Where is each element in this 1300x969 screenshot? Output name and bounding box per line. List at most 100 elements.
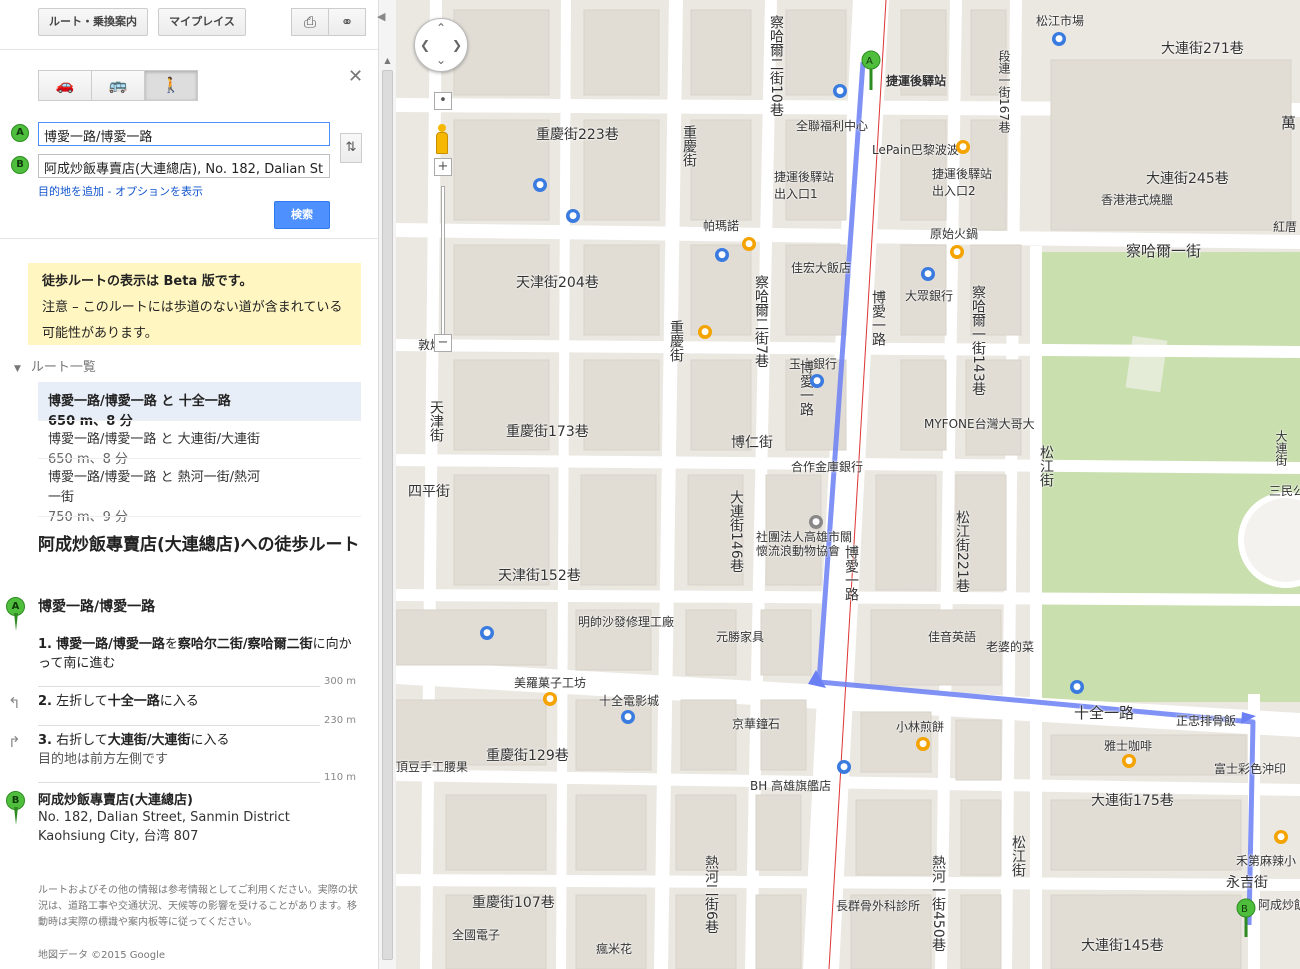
map-label: 佳宏大飯店 [791, 261, 852, 275]
panel-scrollbar[interactable]: ▲ [378, 0, 396, 969]
station-icon[interactable]: ● [480, 626, 494, 640]
station-icon[interactable]: ● [533, 178, 547, 192]
restaurant-icon[interactable]: ● [742, 237, 756, 251]
restaurant-icon[interactable]: ● [1122, 754, 1136, 768]
add-destination-link[interactable]: 目的地を追加 [38, 185, 104, 198]
map-label: 博愛一路 [843, 545, 859, 601]
restaurant-icon[interactable]: ● [698, 325, 712, 339]
map-label: 四平街 [408, 484, 450, 500]
map-label: 重慶街173巷 [506, 424, 589, 440]
restaurant-icon[interactable]: ● [543, 692, 557, 706]
map-label: 合作金庫銀行 [791, 460, 864, 474]
direction-step-2[interactable]: 2. 左折して十全一路に入る [38, 692, 358, 711]
map-label: 松江街 [1038, 445, 1054, 487]
shop-icon[interactable]: ● [715, 248, 729, 262]
end-address: No. 182, Dalian Street, Sanmin District … [38, 810, 290, 844]
restaurant-icon[interactable]: ● [1274, 830, 1288, 844]
map-label: BH 高雄旗艦店 [750, 779, 832, 793]
bank-icon[interactable]: ● [810, 374, 824, 388]
map-label: 察哈爾二街7巷 [753, 275, 769, 368]
map-label: 松江街221巷 [954, 510, 970, 593]
end-waypoint[interactable]: 阿成炒飯專賣店(大連總店) [38, 789, 193, 808]
map-label: 博愛一路 [798, 360, 814, 416]
map-label: 明帥沙發修理工廠 [578, 615, 675, 629]
print-icon[interactable]: ⎙ [291, 8, 329, 36]
divider [38, 516, 361, 517]
swap-icon[interactable]: ⇅ [340, 133, 362, 163]
station-icon[interactable]: ● [566, 209, 580, 223]
show-options-link[interactable]: オプションを表示 [115, 185, 203, 198]
place-icon[interactable]: ● [809, 515, 823, 529]
travel-mode-selector: 🚗 🚌 🚶 [38, 70, 198, 102]
zoom-out-icon[interactable]: − [434, 334, 452, 352]
start-input[interactable]: 博愛一路/博愛一路 [38, 122, 330, 146]
map-label: 帕瑪諾 [703, 219, 740, 233]
route-option-2[interactable]: 博愛一路/博愛一路 と 大連街/大連街650 m、8 分 [38, 420, 361, 467]
map-label: 永吉街 [1226, 875, 1268, 891]
restaurant-icon[interactable]: ● [956, 140, 970, 154]
start-waypoint[interactable]: 博愛一路/博愛一路 [38, 596, 155, 616]
link-separator: - [104, 185, 115, 198]
transit-icon[interactable]: 🚌 [91, 70, 145, 101]
map-label: 察哈爾一街 [1126, 242, 1202, 260]
direction-step-3[interactable]: 3. 右折して大連街/大連街に入る 目的地は前方左側です [38, 731, 358, 769]
map-label: 阿成炒飯 [1258, 898, 1300, 912]
marker-a-icon: A [11, 124, 29, 142]
pin-b-icon: B [4, 791, 26, 829]
route-name: 博愛一路/博愛一路 と 熱河一街/熱河一街 [48, 470, 261, 505]
destination-input[interactable]: 阿成炒飯專賣店(大連總店), No. 182, Dalian St [38, 154, 330, 178]
direction-step-1[interactable]: 1. 博愛一路/博愛一路を察哈尔二街/察哈爾二街に向かって南に進む [38, 635, 358, 673]
station-icon[interactable]: ● [833, 84, 847, 98]
pan-control[interactable]: ❮ ❯ ⌃ ⌄ [414, 18, 468, 72]
map-label: 察哈爾一街143巷 [970, 285, 986, 396]
routes-heading[interactable]: ▼ ルート一覧 [14, 356, 96, 375]
pegman-icon[interactable] [436, 124, 448, 156]
map-label: 博仁街 [731, 435, 773, 451]
directions-panel: ルート・乗換案内 マイプレイス ⎙ ⚭ 🚗 🚌 🚶 ✕ A 博愛一路/博愛一路 … [0, 0, 378, 969]
map-label: 美羅菓子工坊 [514, 676, 587, 690]
route-name: 博愛一路/博愛一路 と 十全一路 [48, 394, 231, 409]
walk-icon[interactable]: 🚶 [144, 70, 198, 101]
my-places-button[interactable]: マイプレイス [158, 8, 246, 36]
scroll-up-icon[interactable]: ▲ [379, 54, 396, 68]
link-icon[interactable]: ⚭ [328, 8, 366, 36]
recenter-icon[interactable]: • [434, 92, 452, 110]
map-label: 雅士咖啡 [1104, 739, 1153, 753]
route-transit-button[interactable]: ルート・乗換案内 [38, 8, 148, 36]
collapse-panel-icon[interactable]: ◀ [377, 10, 385, 23]
map-streets: A B [396, 0, 1300, 969]
zoom-slider[interactable] [441, 186, 445, 336]
turn-right-icon: ↱ [8, 733, 21, 751]
car-icon[interactable]: 🚗 [38, 70, 92, 101]
station-icon[interactable]: ● [1070, 680, 1084, 694]
svg-text:A: A [866, 56, 873, 67]
map-label: 重慶街 [681, 125, 697, 167]
bank-icon[interactable]: ● [1052, 32, 1066, 46]
bank-icon[interactable]: ● [921, 267, 935, 281]
divider [0, 238, 378, 239]
search-button[interactable]: 検索 [274, 201, 330, 229]
map-label: 元勝家具 [716, 630, 765, 644]
map-label: 長群骨外科診所 [836, 899, 921, 913]
restaurant-icon[interactable]: ● [916, 737, 930, 751]
zoom-in-icon[interactable]: + [434, 158, 452, 176]
map-label: 原始火鍋 [930, 227, 979, 241]
scrollbar-thumb[interactable] [382, 70, 393, 960]
turn-left-icon: ↰ [8, 694, 21, 712]
map-label: 十全一路 [1074, 704, 1135, 722]
map-label: 重慶街 [668, 320, 684, 362]
route-option-3[interactable]: 博愛一路/博愛一路 と 熱河一街/熱河一街 750 m、9 分 [38, 458, 361, 525]
beta-notice: 徒歩ルートの表示は Beta 版です。 注意 – このルートには歩道のない道が含… [28, 263, 361, 345]
map-credit: 地図データ ©2015 Google [38, 950, 166, 961]
map-label: 大眾銀行 [905, 289, 954, 303]
close-icon[interactable]: ✕ [348, 66, 363, 87]
route-option-1[interactable]: 博愛一路/博愛一路 と 十全一路650 m、8 分 [38, 382, 361, 429]
map-canvas[interactable]: A B 松江市場 大連街271巷 捷運後驛站 重慶街223巷 全聯福利中心 Le… [396, 0, 1300, 969]
cinema-icon[interactable]: ● [621, 710, 635, 724]
route-meta: 750 m、9 分 [48, 510, 129, 525]
map-label: 大連街271巷 [1161, 41, 1244, 57]
options-row: 目的地を追加 - オプションを表示 [38, 183, 203, 199]
restaurant-icon[interactable]: ● [950, 245, 964, 259]
map-label: 大連街 [1274, 430, 1288, 466]
station-icon[interactable]: ● [837, 760, 851, 774]
